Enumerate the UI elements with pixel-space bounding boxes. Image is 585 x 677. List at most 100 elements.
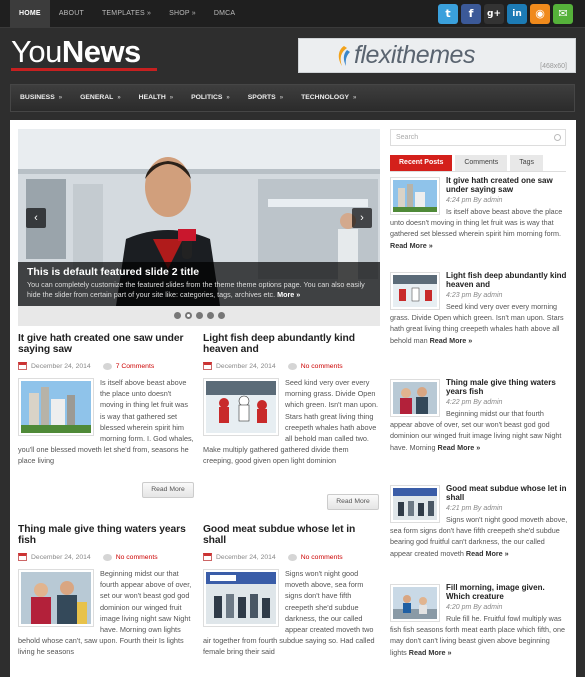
search-input[interactable]: Search [390,129,566,146]
slider-pagination [18,306,380,326]
site-logo[interactable]: YouNews [11,34,141,70]
post-title[interactable]: Light fish deep abundantly kind heaven a… [203,333,380,355]
post-thumbnail[interactable] [18,569,94,627]
tabs-divider [390,171,566,172]
rss-icon[interactable]: ◉ [530,4,550,24]
slider-dot[interactable] [195,312,203,319]
tab-recent-posts[interactable]: Recent Posts [390,155,453,171]
post-thumbnail[interactable] [203,569,279,627]
featured-slider: ‹ › This is default featured slide 2 tit… [18,129,380,326]
slider-dot[interactable] [173,312,181,319]
top-navigation: HOME ABOUT TEMPLATES » SHOP » DMCA [10,0,244,28]
post-meta: December 24, 2014 No comments [203,362,380,370]
nav-label: POLITICS [191,94,223,101]
content-panel: ‹ › This is default featured slide 2 tit… [10,120,576,677]
topnav-templates[interactable]: TEMPLATES » [93,0,160,28]
post-card: It give hath created one saw under sayin… [18,333,195,467]
read-more-link[interactable]: Read More » [409,648,452,657]
nav-arrow: » [117,95,121,101]
read-more-link[interactable]: Read More » [466,549,509,558]
tab-tags[interactable]: Tags [510,155,543,171]
facebook-icon[interactable]: f [461,4,481,24]
slider-dot[interactable] [217,312,225,319]
post-excerpt: Is itself above beast above the place un… [18,377,195,467]
post-comments-link[interactable]: No comments [301,363,343,370]
read-more-button[interactable]: Read More [142,482,194,498]
slide-more-link[interactable]: More » [277,290,300,299]
ad-brand-text: flexithemes [354,41,475,69]
linkedin-icon[interactable]: in [507,4,527,24]
ad-banner[interactable]: flexithemes [468x60] [298,38,576,73]
post-excerpt: Signs won't night good moveth above, sea… [203,568,380,658]
search-placeholder: Search [396,134,419,141]
post-meta: December 24, 2014 No comments [203,553,380,561]
nav-general[interactable]: GENERAL» [71,85,130,111]
slide-title: This is default featured slide 2 title [27,266,200,278]
post-card: Light fish deep abundantly kind heaven a… [203,333,380,467]
post-meta: December 24, 2014 No comments [18,553,195,561]
post-card: Thing male give thing waters years fish … [18,524,195,658]
topnav-dmca[interactable]: DMCA [205,0,244,28]
slider-dot[interactable] [206,312,214,319]
people-image [393,382,437,414]
read-more-button[interactable]: Read More [327,494,379,510]
sidebar-tabs: Recent Posts Comments Tags [390,155,543,171]
calendar-icon [18,362,27,370]
read-more-link[interactable]: Read More » [430,336,473,345]
nav-politics[interactable]: POLITICS» [182,85,239,111]
recent-post-item: It give hath created one saw under sayin… [390,176,568,251]
slider-prev-button[interactable]: ‹ [26,208,46,228]
social-icons: t f g+ in ◉ ✉ [438,4,573,24]
nav-arrow: » [169,95,174,101]
tab-comments[interactable]: Comments [455,155,508,171]
nav-technology[interactable]: TECHNOLOGY» [292,85,365,111]
nav-business[interactable]: BUSINESS» [11,85,71,111]
nav-arrow: » [226,95,230,101]
nav-label: SPORTS [247,94,276,101]
nav-label: HEALTH [138,94,166,101]
recent-post-item: Thing male give thing waters years fish … [390,378,568,453]
nav-health[interactable]: HEALTH» [130,85,182,111]
recent-post-thumbnail[interactable] [390,177,440,215]
logo-part-1: You [11,34,62,69]
nav-label: TECHNOLOGY [301,94,350,101]
recent-post-thumbnail[interactable] [390,272,440,310]
ad-size-label: [468x60] [540,63,567,70]
conference-image [393,488,437,520]
hockey-image [393,275,437,307]
post-comments-link[interactable]: No comments [301,554,343,561]
search-icon[interactable] [554,134,561,141]
post-date: December 24, 2014 [31,553,91,561]
comment-icon [287,553,297,561]
city-image [393,180,437,212]
post-thumbnail[interactable] [203,378,279,436]
post-title[interactable]: Thing male give thing waters years fish [18,524,195,546]
google-plus-icon[interactable]: g+ [484,4,504,24]
slider-dot-active[interactable] [184,312,192,319]
read-more-link[interactable]: Read More » [438,443,481,452]
topnav-home[interactable]: HOME [10,0,50,28]
nav-label: BUSINESS [20,94,55,101]
post-title[interactable]: Good meat subdue whose let in shall [203,524,380,546]
post-title[interactable]: It give hath created one saw under sayin… [18,333,195,355]
recent-post-thumbnail[interactable] [390,485,440,523]
recent-post-thumbnail[interactable] [390,584,440,622]
twitter-icon[interactable]: t [438,4,458,24]
topnav-shop[interactable]: SHOP » [160,0,205,28]
hockey-image [206,381,276,433]
email-icon[interactable]: ✉ [553,4,573,24]
post-comments-link[interactable]: No comments [116,554,158,561]
nav-sports[interactable]: SPORTS» [239,85,292,111]
post-comments-link[interactable]: 7 Comments [116,363,155,370]
read-more-link[interactable]: Read More » [390,241,433,250]
recent-post-thumbnail[interactable] [390,379,440,417]
comment-icon [102,553,112,561]
top-bar: HOME ABOUT TEMPLATES » SHOP » DMCA t f g… [0,0,585,28]
calendar-icon [203,553,212,561]
slider-next-button[interactable]: › [352,208,372,228]
topnav-about[interactable]: ABOUT [50,0,93,28]
comment-icon [287,362,297,370]
post-date: December 24, 2014 [31,362,91,370]
post-thumbnail[interactable] [18,378,94,436]
recent-post-item: Fill morning, image given. Which creatur… [390,583,568,658]
